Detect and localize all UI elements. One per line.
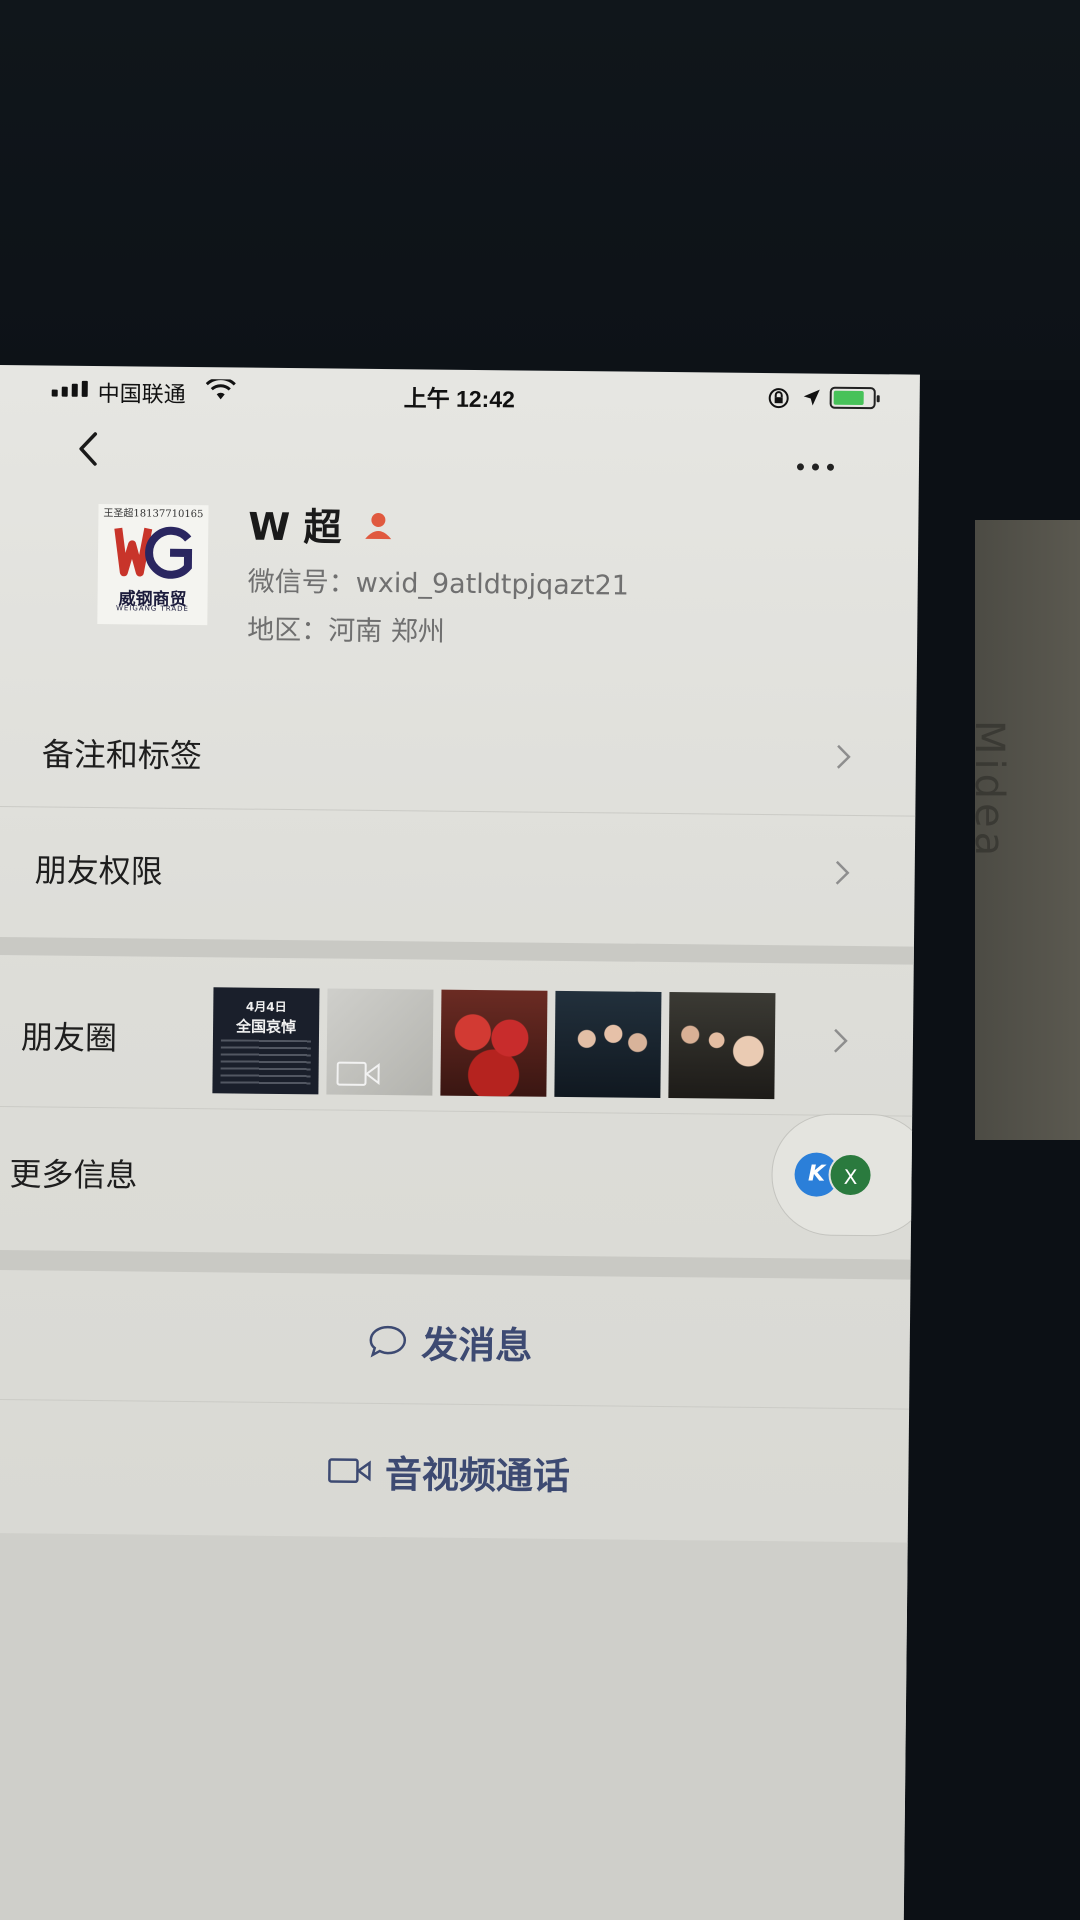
floating-widget[interactable]: K X: [770, 1113, 920, 1237]
memorial-date: 4月4日: [245, 999, 287, 1015]
battery-icon: [829, 386, 876, 410]
video-call-icon: [327, 1458, 371, 1484]
chevron-left-icon[interactable]: [69, 424, 110, 474]
avatar[interactable]: 王圣超18137710165 威钢商贸 WEIGANG TRADE: [97, 504, 209, 626]
av-call-button[interactable]: 音视频通话: [0, 1400, 909, 1540]
row-more-info-label: 更多信息: [9, 1155, 138, 1195]
chat-bubble-icon: [369, 1325, 406, 1358]
row-remarks-tags[interactable]: 备注和标签: [0, 690, 917, 817]
video-icon: [336, 1061, 380, 1086]
chevron-right-icon: [833, 1028, 848, 1053]
send-message-label: 发消息: [421, 1323, 533, 1368]
phone-screen: 中国联通 上午 12:42 王圣超18137710165 威钢商贸 WEIGAN…: [0, 365, 920, 1920]
wifi-icon: [205, 379, 236, 400]
bottom-empty-area: [0, 1532, 908, 1920]
location-icon: [803, 389, 820, 406]
battery-level: [833, 390, 865, 406]
av-call-label: 音视频通话: [384, 1453, 571, 1499]
gender-icon: [365, 512, 392, 540]
rotation-lock-icon: [768, 388, 789, 409]
more-dots-icon[interactable]: [796, 463, 835, 471]
wechat-id: 微信号：wxid_9atldtpjqazt21: [247, 566, 630, 602]
avatar-caption: 王圣超18137710165: [103, 508, 204, 521]
background-object-label: Midea: [966, 720, 1012, 861]
row-remarks-label: 备注和标签: [41, 735, 203, 776]
row-moments-label: 朋友圈: [20, 1018, 118, 1058]
weigang-logo: [114, 526, 193, 579]
memorial-title: 全国哀悼: [235, 1017, 297, 1037]
status-time: 上午 12:42: [403, 385, 516, 413]
moment-thumb-photo[interactable]: [554, 990, 662, 1098]
memorial-text-block: [220, 1039, 311, 1089]
moment-thumb-photo[interactable]: [440, 989, 548, 1097]
row-permissions-label: 朋友权限: [34, 851, 163, 891]
row-friend-permissions[interactable]: 朋友权限: [0, 807, 915, 933]
background-dark: [0, 0, 1080, 380]
region: 地区：河南 郑州: [247, 614, 445, 648]
send-message-button[interactable]: 发消息: [0, 1269, 911, 1410]
chevron-right-icon: [835, 860, 850, 885]
moment-thumb-video[interactable]: [326, 988, 434, 1096]
profile-name: W 超: [248, 504, 342, 550]
carrier-label: 中国联通: [97, 381, 186, 407]
avatar-brand-en: WEIGANG TRADE: [115, 604, 189, 613]
chevron-right-icon: [836, 744, 851, 769]
status-bar: 中国联通 上午 12:42: [0, 365, 920, 425]
close-icon[interactable]: X: [828, 1152, 873, 1198]
moment-thumb-memorial[interactable]: 4月4日 全国哀悼: [212, 987, 320, 1095]
moment-thumb-photo[interactable]: [668, 992, 776, 1100]
moments-thumbnails[interactable]: 4月4日 全国哀悼: [212, 987, 776, 1100]
signal-icon: [51, 380, 88, 397]
